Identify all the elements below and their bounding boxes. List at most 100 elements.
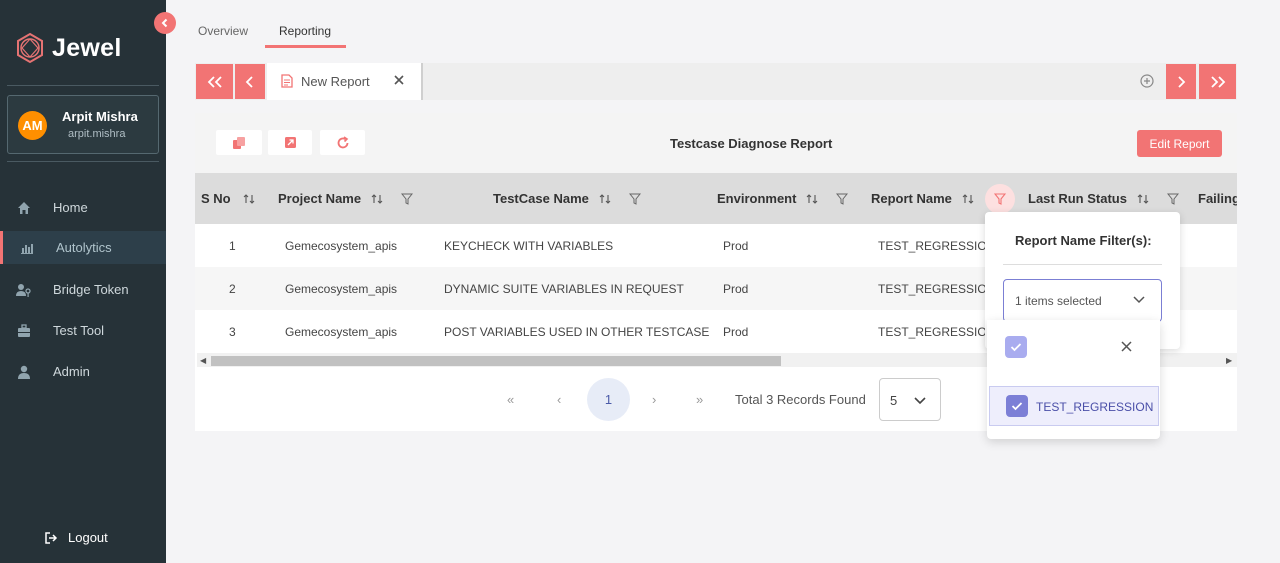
column-sno: S No [201,173,255,224]
close-icon[interactable] [1120,340,1133,356]
sidebar-item-label: Admin [53,364,90,379]
divider [7,85,159,86]
external-link-icon [284,137,296,148]
chevron-left-icon [245,75,253,88]
select-all-checkbox[interactable] [1005,336,1027,358]
sort-icon[interactable] [1137,193,1149,205]
report-name-filter-button[interactable] [985,184,1015,214]
filter-icon [994,193,1006,205]
column-label: TestCase Name [493,191,589,206]
column-project-name: Project Name [278,173,414,224]
column-label: Last Run Status [1028,191,1127,206]
column-environment: Environment [717,173,849,224]
scroll-tabs-first-button[interactable] [196,64,233,99]
sort-icon[interactable] [243,193,255,205]
rows-per-page-select[interactable]: 5 [879,378,941,421]
cell-testcase: POST VARIABLES USED IN OTHER TESTCASE [444,324,710,339]
open-external-button[interactable] [268,130,312,155]
sort-icon[interactable] [599,193,611,205]
tab-reporting[interactable]: Reporting [279,24,331,38]
sidebar-collapse-button[interactable] [154,12,176,34]
report-title: Testcase Diagnose Report [670,136,833,151]
option-label: TEST_REGRESSION [1036,400,1154,414]
divider [7,161,159,162]
bar-chart-icon [19,240,35,256]
cell-environment: Prod [723,238,749,253]
cell-sno: 3 [229,324,236,339]
double-chevron-right-icon [1210,75,1225,88]
sidebar-item-bridge-token[interactable]: Bridge Token [0,273,166,306]
last-page-button[interactable]: » [696,392,703,407]
cell-project: Gemecosystem_apis [285,281,398,296]
sidebar-item-admin[interactable]: Admin [0,355,166,388]
sidebar-item-autolytics[interactable]: Autolytics [0,231,166,264]
filter-icon[interactable] [1166,193,1179,205]
column-label: Environment [717,191,797,206]
sort-icon[interactable] [806,193,818,205]
scroll-right-arrow-icon[interactable]: ▶ [1226,356,1232,365]
jewel-logo-icon [17,32,43,64]
home-icon [16,200,32,216]
cell-project: Gemecosystem_apis [285,238,398,253]
divider [1003,264,1162,265]
document-icon [281,74,293,91]
logout-icon [45,531,58,544]
sidebar-item-home[interactable]: Home [0,191,166,224]
option-checkbox[interactable] [1006,395,1028,417]
sidebar-item-test-tool[interactable]: Test Tool [0,314,166,347]
copy-icon [233,136,245,149]
sidebar: Jewel AM Arpit Mishra arpit.mishra Home … [0,0,166,563]
add-tab-button[interactable] [1139,73,1155,92]
scroll-tabs-last-button[interactable] [1199,64,1236,99]
check-icon [1011,402,1023,411]
user-handle: arpit.mishra [68,128,126,140]
app-name: Jewel [52,33,122,62]
cell-environment: Prod [723,281,749,296]
sidebar-item-label: Test Tool [53,323,105,338]
prev-page-button[interactable]: ‹ [557,392,561,407]
dropdown-header [987,320,1160,372]
total-records-label: Total 3 Records Found [735,392,866,407]
user-card[interactable]: AM Arpit Mishra arpit.mishra [7,95,159,154]
cell-environment: Prod [723,324,749,339]
chevron-left-icon [161,18,168,28]
refresh-button[interactable] [320,130,365,155]
column-failing: Failing [1198,173,1237,224]
page-number-current[interactable]: 1 [587,378,630,421]
next-page-button[interactable]: › [652,392,656,407]
report-tab-label: New Report [301,74,370,89]
double-chevron-left-icon [207,75,222,88]
option-item[interactable]: TEST_REGRESSION [989,386,1159,426]
filter-icon[interactable] [628,193,641,205]
copy-button[interactable] [216,130,262,155]
users-key-icon [16,282,32,298]
scroll-tabs-next-button[interactable] [1166,64,1196,99]
column-label: Report Name [871,191,952,206]
sidebar-item-label: Bridge Token [53,282,129,297]
filter-popup-title: Report Name Filter(s): [1015,233,1152,248]
cell-project: Gemecosystem_apis [285,324,398,339]
report-tab[interactable]: New Report [267,63,423,100]
multiselect-value: 1 items selected [1015,294,1102,308]
scroll-left-arrow-icon[interactable]: ◀ [200,356,206,365]
sort-icon[interactable] [962,193,974,205]
tab-overview[interactable]: Overview [198,24,248,38]
filter-icon[interactable] [401,193,414,205]
user-name: Arpit Mishra [62,109,138,124]
close-icon[interactable] [393,74,405,89]
scroll-tabs-prev-button[interactable] [235,64,265,99]
column-label: Project Name [278,191,362,206]
cell-testcase: DYNAMIC SUITE VARIABLES IN REQUEST [444,281,684,296]
scroll-thumb[interactable] [211,356,781,366]
sort-icon[interactable] [371,193,383,205]
column-report-name: Report Name [871,173,974,224]
filter-icon[interactable] [836,193,849,205]
check-icon [1010,343,1022,352]
user-icon [16,364,32,380]
rows-per-page-value: 5 [890,393,898,408]
first-page-button[interactable]: « [507,392,514,407]
app-logo[interactable]: Jewel [14,32,122,64]
logout-button[interactable]: Logout [44,530,108,545]
edit-report-button[interactable]: Edit Report [1137,130,1222,157]
report-name-multiselect[interactable]: 1 items selected [1003,279,1162,322]
